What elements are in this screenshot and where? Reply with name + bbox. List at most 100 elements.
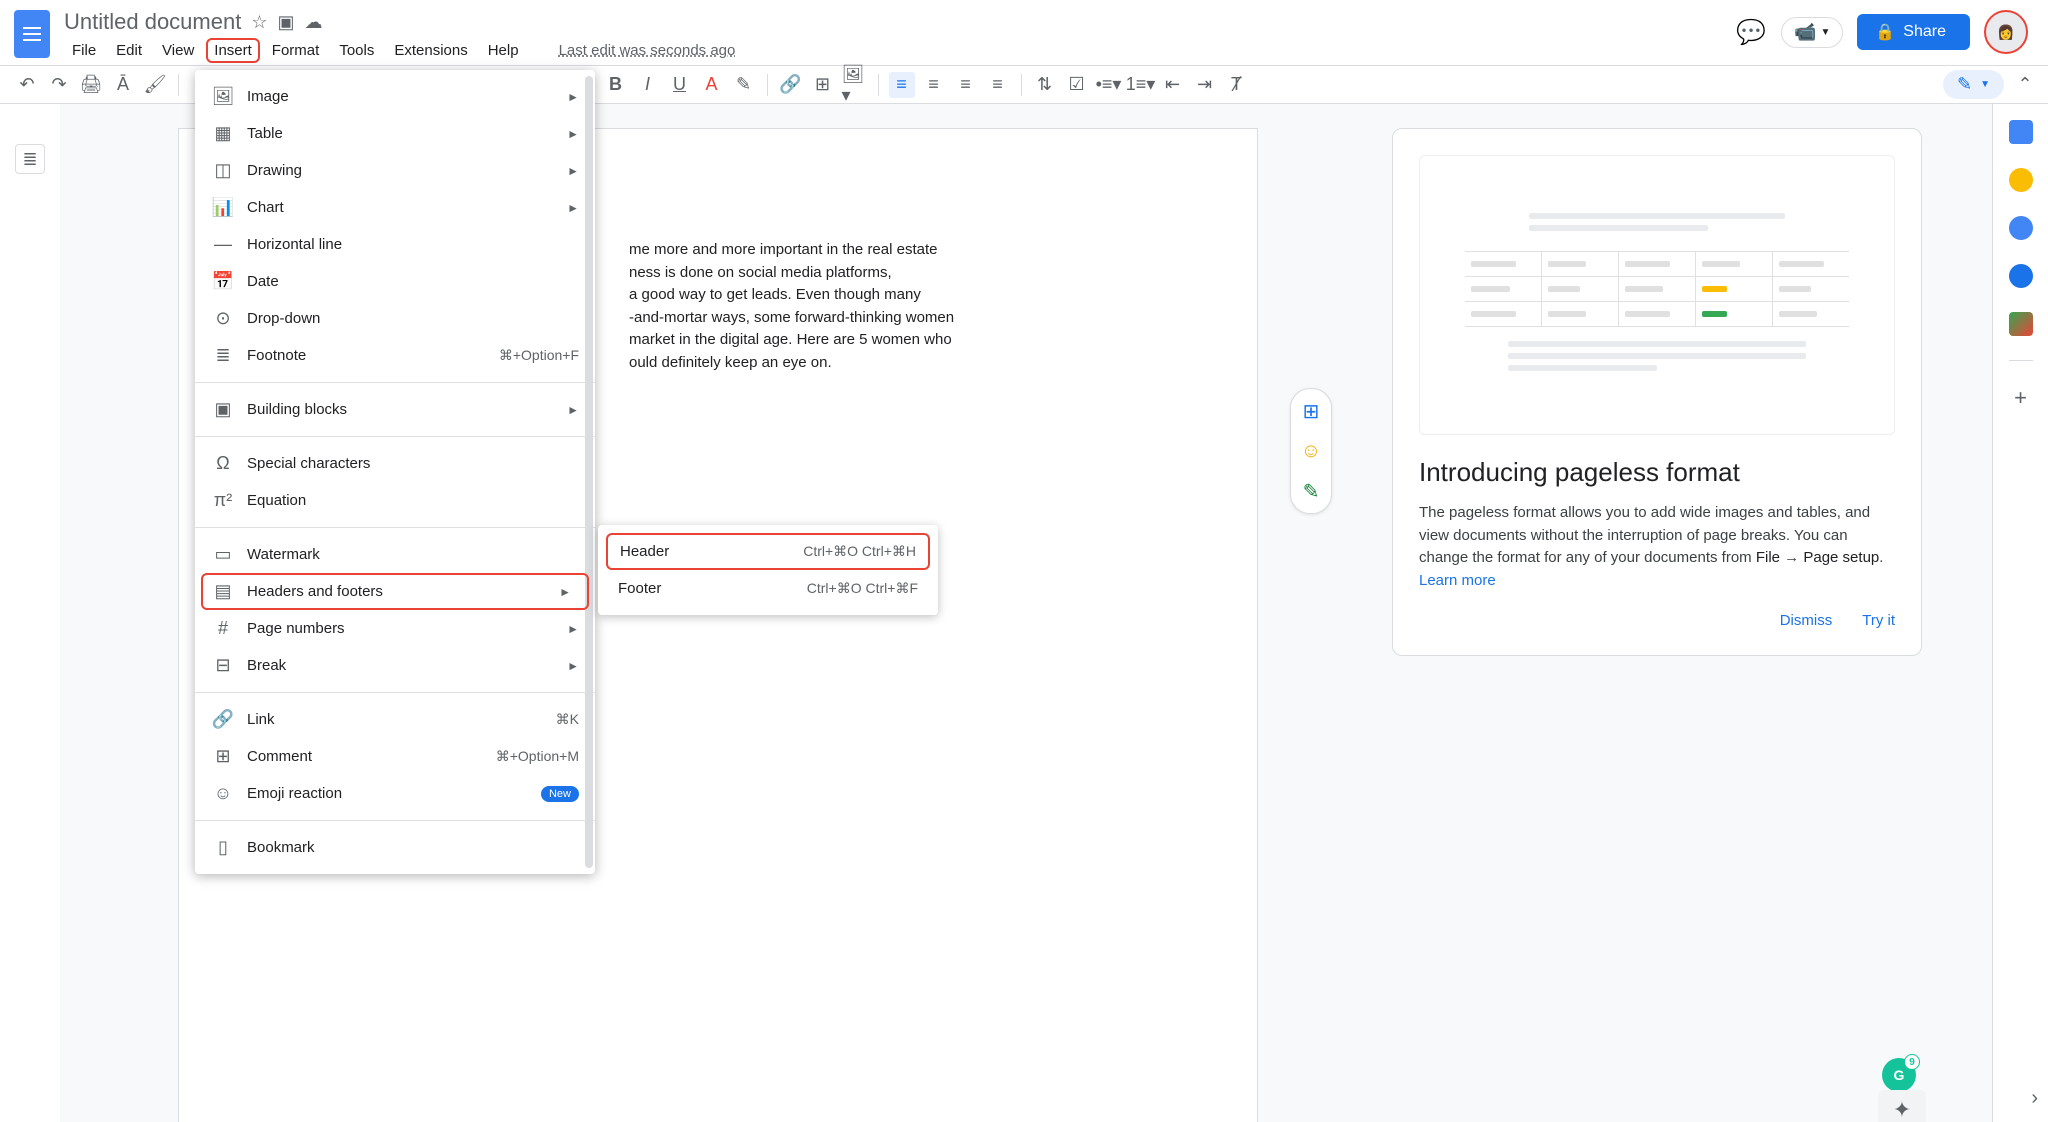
menu-item-label: Table (247, 125, 283, 142)
menu-item-building-blocks[interactable]: ▣Building blocks► (195, 391, 595, 428)
submenu-item-header[interactable]: HeaderCtrl+⌘O Ctrl+⌘H (606, 533, 930, 570)
menu-item-watermark[interactable]: ▭Watermark (195, 536, 595, 573)
menu-item-horizontal-line[interactable]: —Horizontal line (195, 226, 595, 263)
dismiss-button[interactable]: Dismiss (1780, 612, 1833, 629)
line-spacing-icon[interactable]: ⇅ (1032, 72, 1058, 98)
menu-item-label: Emoji reaction (247, 785, 342, 802)
title-icons: ☆ ▣ ☁ (251, 12, 322, 33)
highlight-icon[interactable]: ✎ (731, 72, 757, 98)
drawing-icon: ◫ (213, 160, 233, 181)
menu-edit[interactable]: Edit (108, 38, 150, 63)
bold-icon[interactable]: B (603, 72, 629, 98)
align-right-icon[interactable]: ≡ (953, 72, 979, 98)
align-justify-icon[interactable]: ≡ (985, 72, 1011, 98)
move-icon[interactable]: ▣ (277, 12, 294, 33)
menu-item-table[interactable]: ▦Table► (195, 115, 595, 152)
toolbar-sep (178, 74, 179, 96)
clear-formatting-icon[interactable]: Ⱦ (1224, 72, 1250, 98)
decrease-indent-icon[interactable]: ⇤ (1160, 72, 1186, 98)
menu-item-drop-down[interactable]: ⊙Drop-down (195, 300, 595, 337)
meet-button[interactable]: 📹 ▼ (1781, 17, 1843, 48)
cloud-status-icon[interactable]: ☁ (304, 12, 322, 33)
collapse-toolbar-icon[interactable]: ⌃ (2012, 72, 2038, 98)
menu-help[interactable]: Help (480, 38, 527, 63)
emoji-reaction-icon[interactable]: ☺ (1297, 437, 1325, 465)
italic-icon[interactable]: I (635, 72, 661, 98)
submenu-item-label: Footer (618, 580, 661, 597)
paint-format-icon[interactable]: 🖌 (142, 72, 168, 98)
menu-item-date[interactable]: 📅Date (195, 263, 595, 300)
align-left-icon[interactable]: ≡ (889, 72, 915, 98)
add-comment-icon[interactable]: ⊞ (1297, 397, 1325, 425)
menu-item-equation[interactable]: π²Equation (195, 482, 595, 519)
explore-button[interactable]: ✦ (1878, 1090, 1926, 1122)
left-gutter: ≣ (0, 104, 60, 1122)
menu-item-label: Drawing (247, 162, 302, 179)
outline-toggle-icon[interactable]: ≣ (15, 144, 45, 174)
document-body-text[interactable]: me more and more important in the real e… (629, 239, 1137, 374)
menu-item-drawing[interactable]: ◫Drawing► (195, 152, 595, 189)
menu-item-label: Chart (247, 199, 284, 216)
print-icon[interactable]: 🖨 (78, 72, 104, 98)
menu-item-chart[interactable]: 📊Chart► (195, 189, 595, 226)
share-button[interactable]: 🔒 Share (1857, 14, 1970, 50)
menu-item-label: Comment (247, 748, 312, 765)
redo-icon[interactable]: ↷ (46, 72, 72, 98)
suggest-edit-icon[interactable]: ✎ (1297, 477, 1325, 505)
keep-icon[interactable] (2009, 168, 2033, 192)
insert-link-icon[interactable]: 🔗 (778, 72, 804, 98)
menu-tools[interactable]: Tools (331, 38, 382, 63)
document-title[interactable]: Untitled document (64, 9, 241, 35)
numbered-list-icon[interactable]: 1≡▾ (1128, 72, 1154, 98)
insert-image-icon[interactable]: 🖼▾ (842, 72, 868, 98)
hide-side-panel-icon[interactable]: › (2031, 1087, 2038, 1110)
docs-logo-icon[interactable] (14, 10, 50, 58)
menu-item-break[interactable]: ⊟Break► (195, 647, 595, 684)
learn-more-link[interactable]: Learn more (1419, 572, 1496, 589)
menu-insert[interactable]: Insert (206, 38, 260, 63)
menu-view[interactable]: View (154, 38, 202, 63)
menu-format[interactable]: Format (264, 38, 328, 63)
comment-history-icon[interactable]: 💬 (1735, 16, 1767, 48)
menu-item-link[interactable]: 🔗Link⌘K (195, 701, 595, 738)
menu-item-label: Footnote (247, 347, 306, 364)
increase-indent-icon[interactable]: ⇥ (1192, 72, 1218, 98)
star-icon[interactable]: ☆ (251, 12, 267, 33)
toolbar-sep (767, 74, 768, 96)
calendar-icon[interactable] (2009, 120, 2033, 144)
maps-icon[interactable] (2009, 312, 2033, 336)
editing-mode-button[interactable]: ✎ ▼ (1943, 70, 2004, 99)
spellcheck-icon[interactable]: Ᾱ (110, 72, 136, 98)
contacts-icon[interactable] (2009, 264, 2033, 288)
align-center-icon[interactable]: ≡ (921, 72, 947, 98)
text-color-icon[interactable]: A (699, 72, 725, 98)
menu-item-headers-and-footers[interactable]: ▤Headers and footers► (201, 573, 589, 610)
submenu-arrow-icon: ► (559, 585, 571, 599)
menu-item-comment[interactable]: ⊞Comment⌘+Option+M (195, 738, 595, 775)
menu-item-special-characters[interactable]: ΩSpecial characters (195, 445, 595, 482)
undo-icon[interactable]: ↶ (14, 72, 40, 98)
last-edit-link[interactable]: Last edit was seconds ago (551, 38, 744, 63)
submenu-arrow-icon: ► (567, 127, 579, 141)
menu-item-bookmark[interactable]: ▯Bookmark (195, 829, 595, 866)
menu-extensions[interactable]: Extensions (386, 38, 475, 63)
grammarly-badge[interactable]: G 9 (1882, 1058, 1916, 1092)
submenu-item-footer[interactable]: FooterCtrl+⌘O Ctrl+⌘F (598, 570, 938, 607)
menu-item-emoji-reaction[interactable]: ☺Emoji reactionNew (195, 775, 595, 812)
add-addon-icon[interactable]: + (2014, 385, 2027, 411)
caret-down-icon: ▼ (1980, 79, 1990, 90)
account-avatar[interactable]: 👩 (1984, 10, 2028, 54)
menu-file[interactable]: File (64, 38, 104, 63)
tasks-icon[interactable] (2009, 216, 2033, 240)
menu-item-image[interactable]: 🖼Image► (195, 78, 595, 115)
submenu-arrow-icon: ► (567, 90, 579, 104)
menu-item-footnote[interactable]: ≣Footnote⌘+Option+F (195, 337, 595, 374)
menu-item-label: Watermark (247, 546, 320, 563)
checklist-icon[interactable]: ☑ (1064, 72, 1090, 98)
bulleted-list-icon[interactable]: •≡▾ (1096, 72, 1122, 98)
menu-item-page-numbers[interactable]: #Page numbers► (195, 610, 595, 647)
underline-icon[interactable]: U (667, 72, 693, 98)
lock-icon: 🔒 (1875, 22, 1895, 42)
add-comment-icon[interactable]: ⊞ (810, 72, 836, 98)
try-it-button[interactable]: Try it (1862, 612, 1895, 629)
